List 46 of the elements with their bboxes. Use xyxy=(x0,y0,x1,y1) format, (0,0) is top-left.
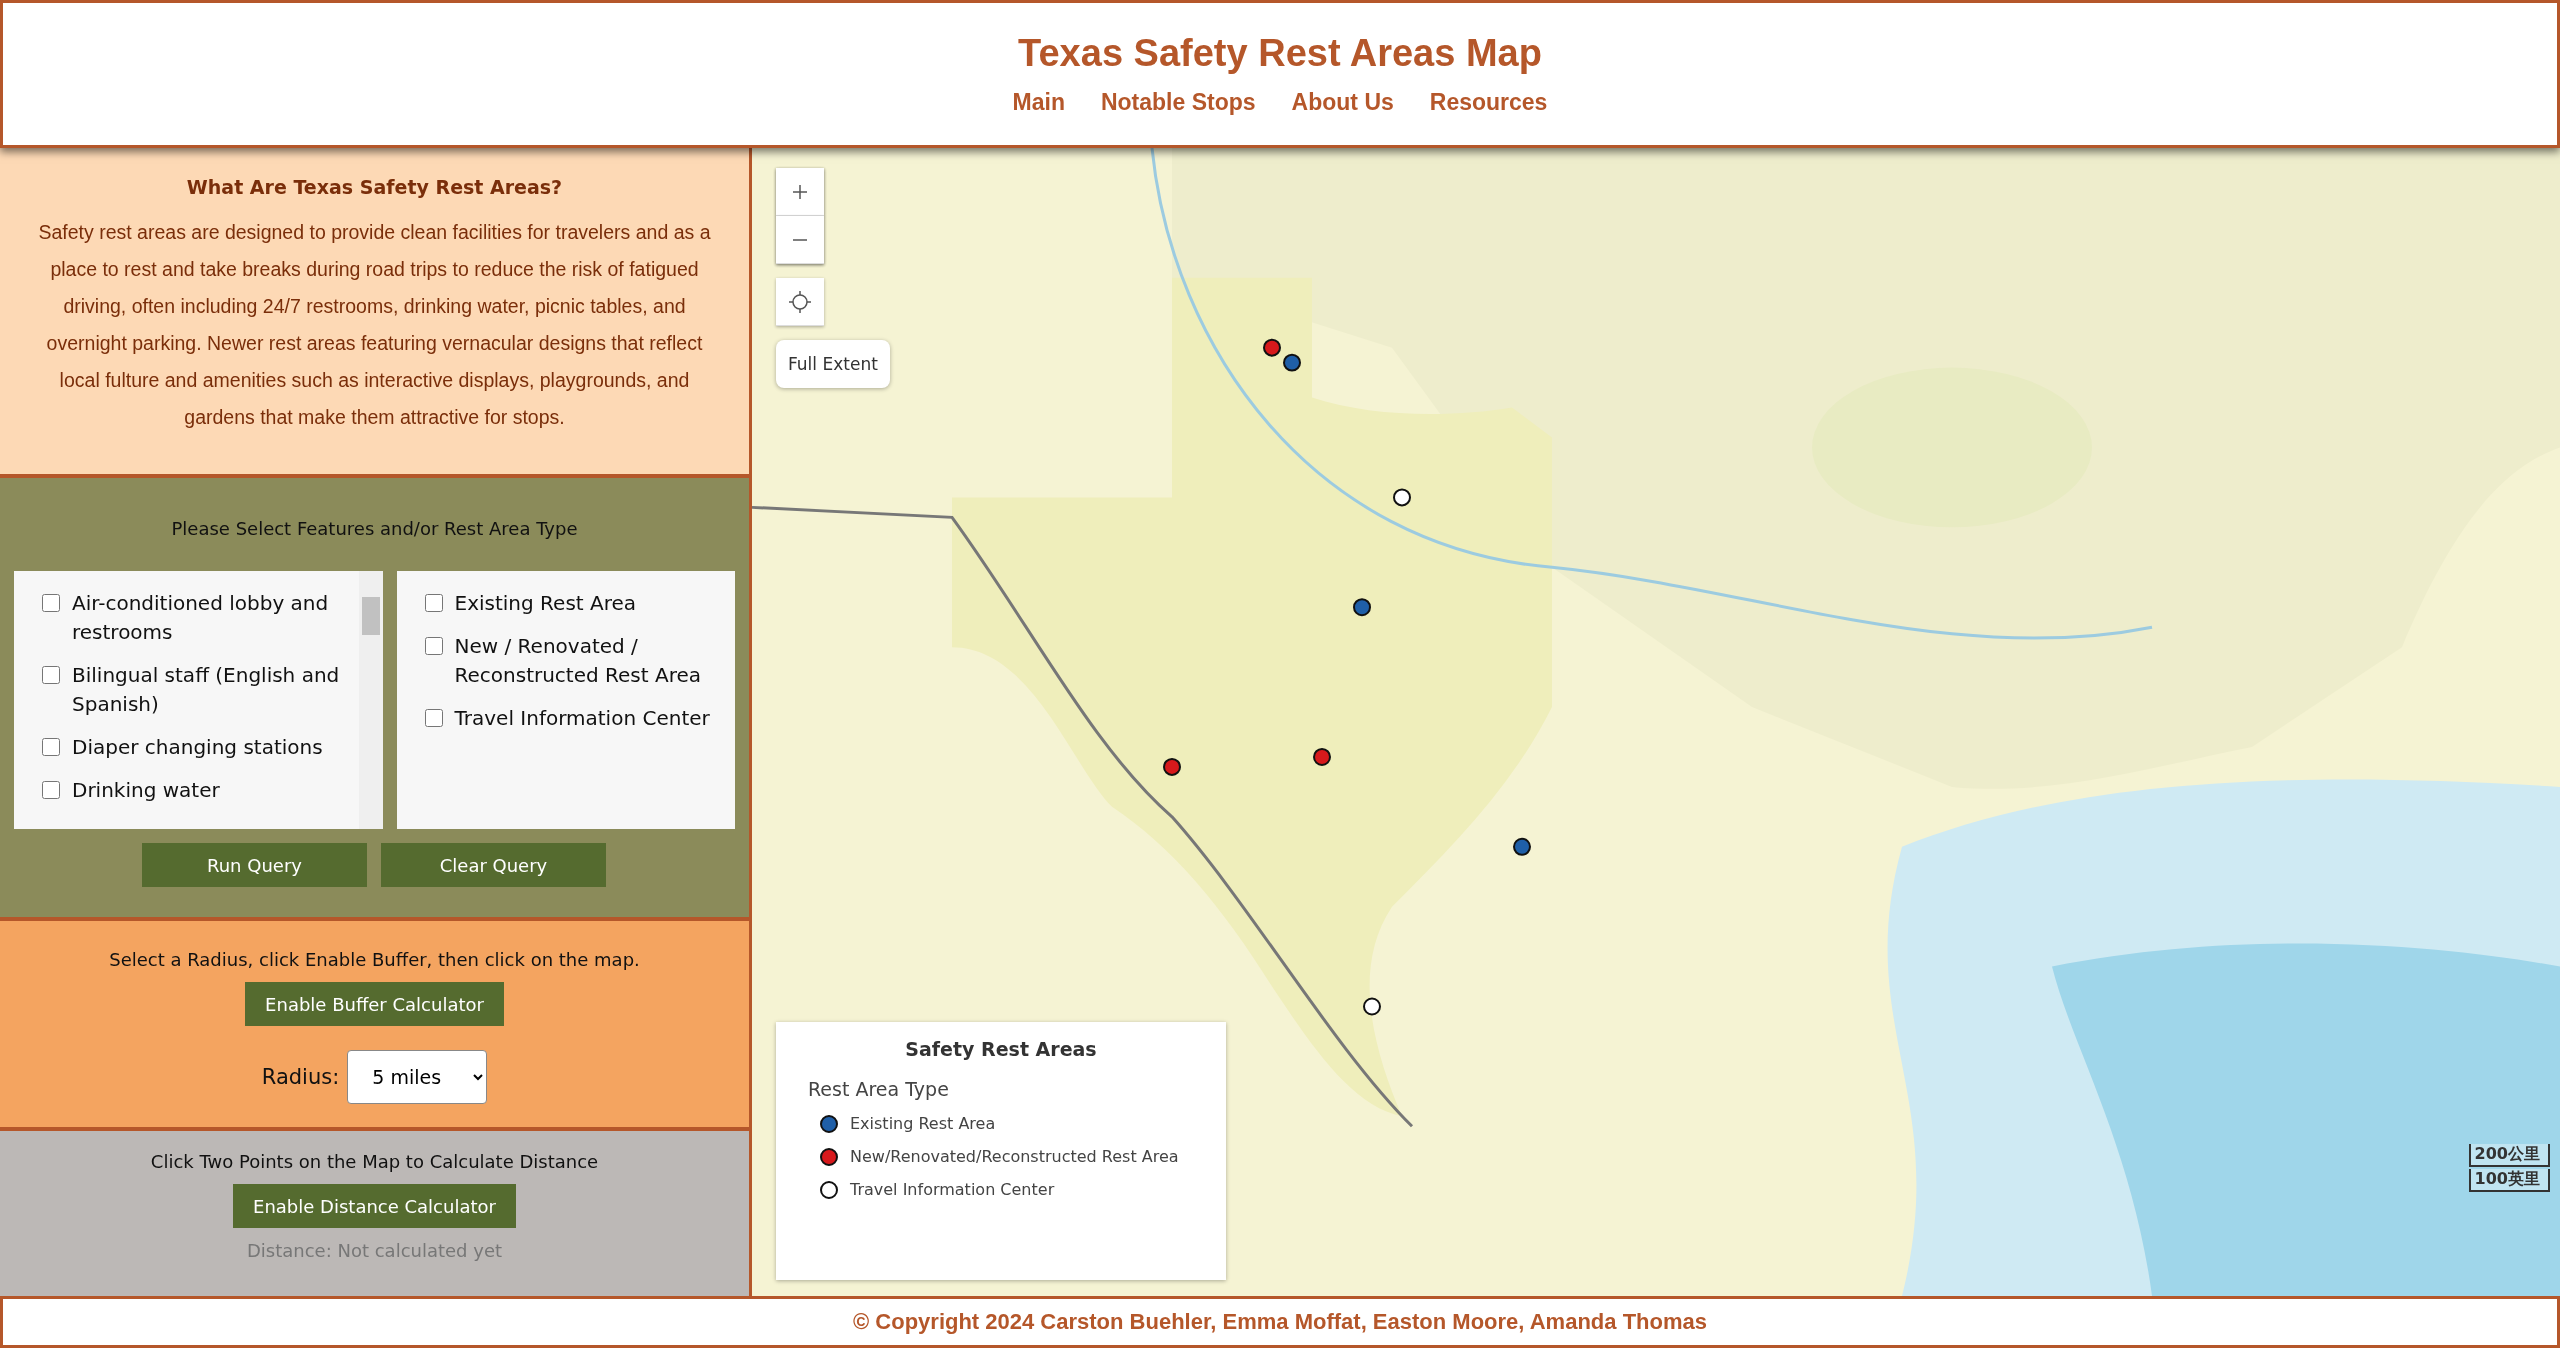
scrollbar[interactable] xyxy=(358,571,383,829)
distance-button[interactable]: Enable Distance Calculator xyxy=(233,1184,516,1228)
scale-bar: 100英里 xyxy=(2468,1169,2550,1192)
checkbox[interactable] xyxy=(424,637,443,655)
zoom-in-button[interactable] xyxy=(776,168,824,216)
radius-dropdown[interactable]: 5 miles xyxy=(347,1050,488,1104)
legend-label: New/Renovated/Reconstructed Rest Area xyxy=(850,1147,1179,1166)
option-label: New / Renovated / Reconstructed Rest Area xyxy=(454,633,702,689)
section-heading: What Are Texas Safety Rest Areas? xyxy=(185,176,564,198)
page-title: Texas Safety Rest Areas Map xyxy=(1018,32,1542,75)
checkbox[interactable] xyxy=(42,594,60,612)
intro-paragraph: Safety rest areas are designed to provide clean facilities for travelers and as a place to rest and take breaks during road trips to reduce the risk of fatigued driving, often including 24/7 restrooms, drinking water, picnic tables, and overnight parking. Newer rest areas featuring vernacular designs that reflect local fulture and amenities such as interactive displays, playgrounds, and gardens that make them attractive for stops. xyxy=(37,220,712,430)
query-prompt: Please Select Features and/or Rest Area Type xyxy=(171,518,578,539)
scale-bar: 200公里 xyxy=(2468,1144,2550,1167)
buffer-button[interactable]: Enable Buffer Calculator xyxy=(245,982,504,1026)
legend-label: Travel Information Center xyxy=(850,1180,1055,1199)
nav-link[interactable]: Resources xyxy=(1429,89,1548,116)
buffer-instruction: Select a Radius, click Enable Buffer, then click on the map. xyxy=(109,949,640,970)
crosshair-icon xyxy=(788,289,812,314)
nav-link[interactable]: About Us xyxy=(1291,89,1394,116)
zoom-out-icon xyxy=(792,238,808,241)
option-label: Diaper changing stations xyxy=(72,734,324,761)
checkbox[interactable] xyxy=(42,781,60,799)
checkbox[interactable] xyxy=(424,709,443,727)
distance-instruction: Click Two Points on the Map to Calculate Distance xyxy=(150,1151,599,1172)
query-button[interactable]: Run Query xyxy=(142,843,367,887)
checkbox[interactable] xyxy=(424,594,443,612)
checkbox[interactable] xyxy=(42,738,60,756)
legend-label: Existing Rest Area xyxy=(850,1114,996,1133)
radius-label: Radius: xyxy=(261,1065,340,1089)
legend-title: Safety Rest Areas xyxy=(904,1038,1098,1060)
locate-button[interactable] xyxy=(776,278,824,326)
copyright-text: © Copyright 2024 Carston Buehler, Emma Moffat, Easton Moore, Amanda Thomas xyxy=(853,1309,1707,1335)
nav-link[interactable]: Notable Stops xyxy=(1100,89,1256,116)
checkbox[interactable] xyxy=(42,666,60,684)
full-extent-button[interactable]: Full Extent xyxy=(776,340,890,388)
option-label: Travel Information Center xyxy=(454,705,711,732)
zoom-in-icon xyxy=(792,183,808,200)
legend-subtitle: Rest Area Type xyxy=(808,1078,950,1100)
nav-link[interactable]: Main xyxy=(1012,89,1065,116)
option-label: Drinking water xyxy=(72,777,221,804)
query-button[interactable]: Clear Query xyxy=(381,843,606,887)
option-label: Air-conditioned lobby and restrooms xyxy=(72,590,330,646)
option-label: Existing Rest Area xyxy=(454,590,638,617)
distance-result: Distance: Not calculated yet xyxy=(246,1240,503,1261)
option-label: Bilingual staff (English and Spanish) xyxy=(72,662,341,718)
